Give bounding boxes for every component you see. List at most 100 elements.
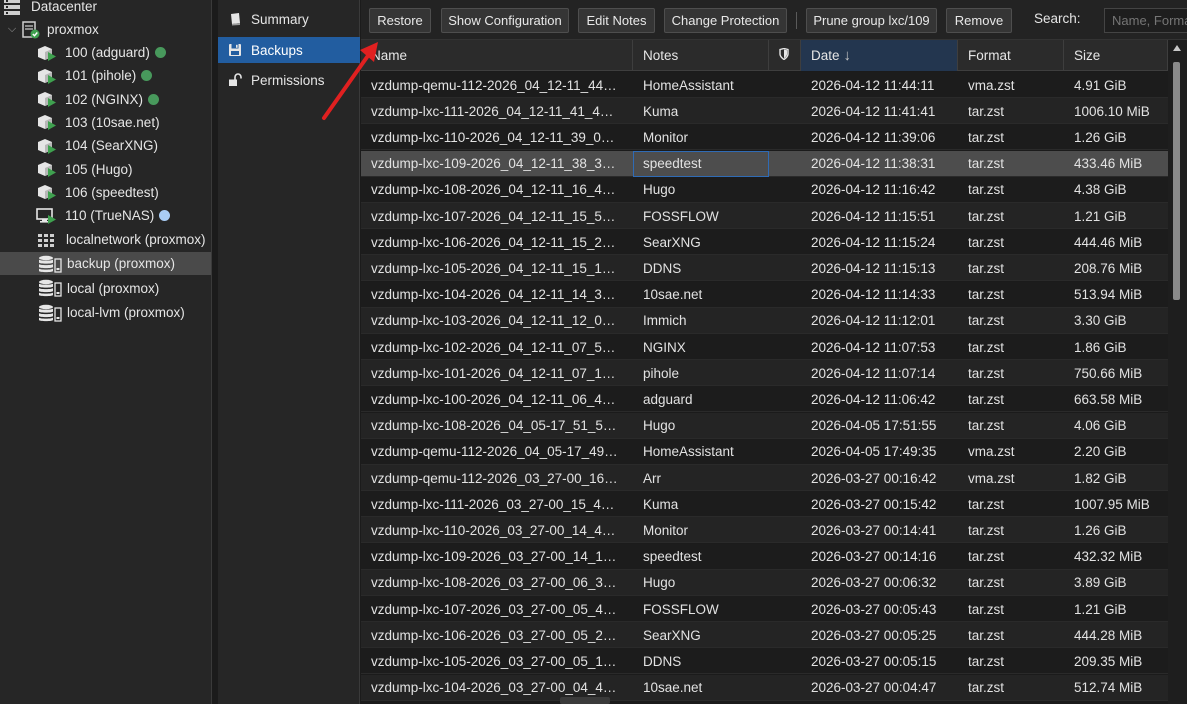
table-row[interactable]: vzdump-lxc-100-2026_04_12-11_06_4… adguar… xyxy=(361,386,1168,413)
cell-notes: HomeAssistant xyxy=(643,444,734,460)
table-row[interactable]: vzdump-lxc-102-2026_04_12-11_07_5… NGINX 2… xyxy=(361,334,1168,360)
tree-item-node-proxmox[interactable]: ⌵ proxmox xyxy=(0,18,211,41)
cell-date: 2026-03-27 00:05:25 xyxy=(811,627,937,643)
tree-item-guest[interactable]: 110 (TrueNAS) xyxy=(0,204,211,227)
table-row[interactable]: vzdump-lxc-108-2026_03_27-00_06_3… Hugo 20… xyxy=(361,569,1168,596)
storage-icon xyxy=(38,279,64,297)
vertical-scrollbar[interactable] xyxy=(1168,40,1187,704)
table-row[interactable]: vzdump-lxc-110-2026_04_12-11_39_0… Monito… xyxy=(361,124,1168,151)
tree-item-guest[interactable]: 103 (10sae.net) xyxy=(0,111,211,134)
server-online-icon xyxy=(20,20,42,39)
cell-name: vzdump-lxc-109-2026_04_12-11_38_3… xyxy=(371,156,616,172)
cell-size: 1.21 GiB xyxy=(1074,208,1127,224)
table-row[interactable]: vzdump-lxc-108-2026_04_05-17_51_5… Hugo 20… xyxy=(361,412,1168,439)
table-row[interactable]: vzdump-lxc-111-2026_04_12-11_41_4… Kuma 20… xyxy=(361,98,1168,125)
table-row[interactable]: vzdump-lxc-107-2026_04_12-11_15_5… FOSSFL… xyxy=(361,203,1168,229)
table-row[interactable]: vzdump-lxc-106-2026_03_27-00_05_2… SearXN… xyxy=(361,622,1168,649)
cell-name: vzdump-lxc-106-2026_03_27-00_05_2… xyxy=(371,627,617,643)
nav-item-summary[interactable]: Summary xyxy=(218,6,360,32)
scroll-up-icon[interactable] xyxy=(1173,45,1181,51)
container-running-icon xyxy=(36,44,58,62)
cell-size: 512.74 MiB xyxy=(1074,680,1143,696)
edit-notes-button[interactable]: Edit Notes xyxy=(578,8,655,33)
chevron-down-icon[interactable]: ⌵ xyxy=(6,23,18,36)
tree-item-localnetwork[interactable]: localnetwork (proxmox) xyxy=(0,228,211,251)
table-row[interactable]: vzdump-lxc-101-2026_04_12-11_07_1… pihole… xyxy=(361,360,1168,387)
cell-name: vzdump-lxc-108-2026_03_27-00_06_3… xyxy=(371,575,617,591)
cell-notes: NGINX xyxy=(643,339,686,355)
cell-protected xyxy=(769,544,801,570)
tree-item-guest[interactable]: 101 (pihole) xyxy=(0,64,211,87)
column-header-name[interactable]: Name xyxy=(361,40,633,71)
tree-item-storage[interactable]: backup (proxmox) xyxy=(0,252,211,275)
cell-notes: Monitor xyxy=(643,522,689,538)
cell-protected xyxy=(769,570,801,596)
cell-protected xyxy=(769,517,801,543)
cell-notes: 10sae.net xyxy=(643,680,703,696)
cell-protected xyxy=(769,229,801,255)
tree-item-label: 104 (SearXNG) xyxy=(65,138,159,154)
table-row[interactable]: vzdump-lxc-104-2026_03_27-00_04_4… 10sae.… xyxy=(361,674,1168,701)
table-row[interactable]: vzdump-lxc-108-2026_04_12-11_16_4… Hugo 20… xyxy=(361,176,1168,203)
tree-item-label: localnetwork (proxmox) xyxy=(66,232,206,247)
cell-protected xyxy=(769,596,801,622)
cell-name: vzdump-lxc-109-2026_03_27-00_14_1… xyxy=(371,549,617,565)
cell-name: vzdump-qemu-112-2026_03_27-00_16… xyxy=(371,470,618,486)
tree-item-guest[interactable]: 102 (NGINX) xyxy=(0,88,211,111)
cell-name: vzdump-qemu-112-2026_04_05-17_49… xyxy=(371,444,618,460)
column-header-date[interactable]: Date ↓ xyxy=(801,40,958,71)
change-protection-button[interactable]: Change Protection xyxy=(664,8,787,33)
cell-protected xyxy=(769,439,801,465)
cell-notes: adguard xyxy=(643,391,693,407)
table-row[interactable]: vzdump-lxc-109-2026_03_27-00_14_1… speedt… xyxy=(361,543,1168,570)
tree-item-label: 101 (pihole) xyxy=(65,68,137,84)
horizontal-scrollbar-thumb[interactable] xyxy=(560,697,610,704)
container-running-icon xyxy=(36,113,58,131)
cell-protected xyxy=(769,491,801,517)
table-row[interactable]: vzdump-lxc-105-2026_04_12-11_15_1… DDNS 20… xyxy=(361,255,1168,282)
tree-item-datacenter[interactable]: Datacenter xyxy=(0,0,211,18)
cell-format: tar.zst xyxy=(968,496,1005,512)
tree-item-guest[interactable]: 104 (SearXNG) xyxy=(0,134,211,157)
search-input[interactable] xyxy=(1104,8,1187,33)
cell-protected xyxy=(769,255,801,281)
table-row[interactable]: vzdump-lxc-109-2026_04_12-11_38_3… speedt… xyxy=(361,150,1168,177)
tree-item-label: local (proxmox) xyxy=(67,280,160,296)
table-row[interactable]: vzdump-lxc-104-2026_04_12-11_14_3… 10sae.… xyxy=(361,281,1168,308)
cell-name: vzdump-lxc-110-2026_04_12-11_39_0… xyxy=(371,129,615,145)
cell-date: 2026-04-12 11:38:31 xyxy=(811,156,936,172)
grid-header: Name Notes Date ↓ Format Size xyxy=(361,40,1168,71)
remove-button[interactable]: Remove xyxy=(946,8,1012,33)
cell-size: 432.32 MiB xyxy=(1074,549,1143,565)
prune-group-button[interactable]: Prune group lxc/109 xyxy=(806,8,937,33)
table-row[interactable]: vzdump-lxc-110-2026_03_27-00_14_4… Monito… xyxy=(361,517,1168,544)
tree-item-guest[interactable]: 105 (Hugo) xyxy=(0,158,211,181)
status-dot-icon xyxy=(154,47,166,58)
tree-item-guest[interactable]: 106 (speedtest) xyxy=(0,181,211,204)
tree-item-guest[interactable]: 100 (adguard) xyxy=(0,41,211,64)
cell-notes: HomeAssistant xyxy=(643,77,734,93)
cell-format: tar.zst xyxy=(968,680,1005,696)
table-row[interactable]: vzdump-lxc-106-2026_04_12-11_15_2… SearXN… xyxy=(361,229,1168,256)
column-header-protected[interactable] xyxy=(769,40,801,71)
restore-button[interactable]: Restore xyxy=(369,8,431,33)
scrollbar-thumb[interactable] xyxy=(1173,62,1180,300)
tree-item-storage[interactable]: local-lvm (proxmox) xyxy=(0,301,211,324)
cell-name: vzdump-lxc-102-2026_04_12-11_07_5… xyxy=(371,339,616,355)
table-row[interactable]: vzdump-qemu-112-2026_03_27-00_16… Arr 2026… xyxy=(361,465,1168,491)
cell-format: tar.zst xyxy=(968,549,1005,565)
column-header-notes[interactable]: Notes xyxy=(633,40,769,71)
table-row[interactable]: vzdump-qemu-112-2026_04_05-17_49… HomeAss… xyxy=(361,438,1168,465)
show-configuration-button[interactable]: Show Configuration xyxy=(441,8,569,33)
table-row[interactable]: vzdump-lxc-103-2026_04_12-11_12_0… Immich… xyxy=(361,307,1168,334)
cell-protected xyxy=(769,465,801,491)
tree-item-storage[interactable]: local (proxmox) xyxy=(0,277,211,300)
table-row[interactable]: vzdump-lxc-105-2026_03_27-00_05_1… DDNS 20… xyxy=(361,648,1168,675)
table-row[interactable]: vzdump-qemu-112-2026_04_12-11_44… HomeAss… xyxy=(361,72,1168,98)
table-row[interactable]: vzdump-lxc-111-2026_03_27-00_15_4… Kuma 20… xyxy=(361,491,1168,518)
cell-format: tar.zst xyxy=(968,234,1005,250)
column-header-format[interactable]: Format xyxy=(958,40,1064,71)
table-row[interactable]: vzdump-lxc-107-2026_03_27-00_05_4… FOSSFL… xyxy=(361,596,1168,622)
cell-notes: Arr xyxy=(643,470,661,486)
column-header-size[interactable]: Size xyxy=(1064,40,1168,71)
